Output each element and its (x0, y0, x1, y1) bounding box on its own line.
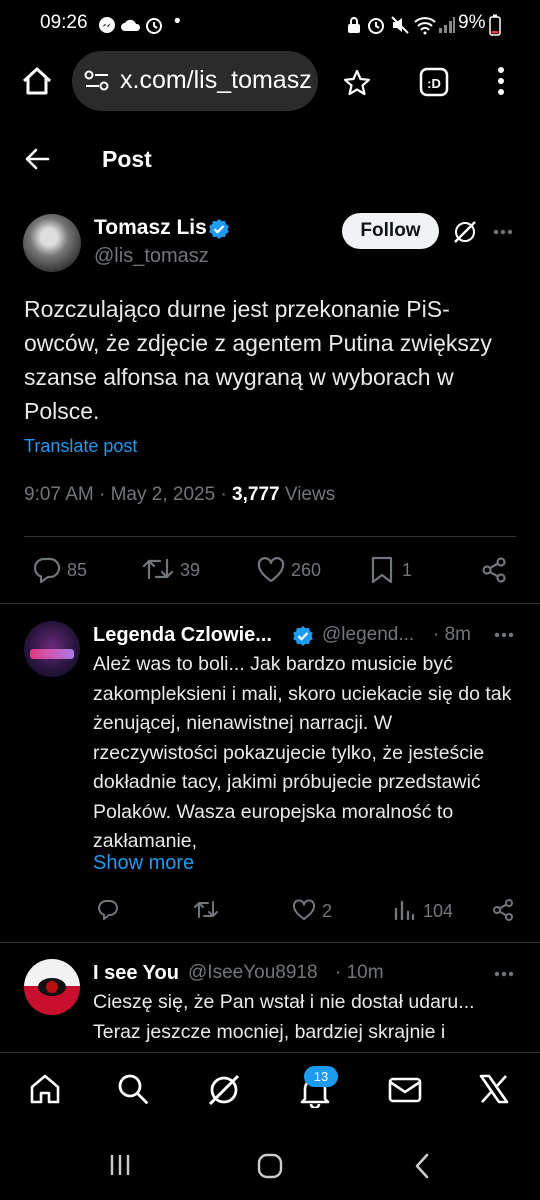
views-count: 3,777 (232, 484, 280, 505)
cloud-icon (121, 19, 141, 31)
reply-time: · 10m (335, 962, 384, 983)
reply-text: Cieszę się, że Pan wstał i nie dostał ud… (93, 991, 475, 1043)
nav-messages-icon[interactable] (387, 1076, 423, 1104)
home-icon[interactable] (20, 64, 54, 98)
more-options-icon[interactable] (493, 229, 513, 235)
show-more-link[interactable]: Show more (93, 852, 194, 875)
reply-time: · 8m (433, 624, 471, 645)
tab-switcher-icon[interactable]: :D (418, 66, 450, 98)
back-arrow-icon[interactable] (24, 147, 50, 171)
verified-badge-icon (209, 219, 229, 239)
author-handle[interactable]: @lis_tomasz (94, 245, 209, 268)
views-icon[interactable] (393, 899, 415, 921)
reply-text: Ależ was to boli... Jak bardzo musicie b… (93, 653, 512, 852)
like-icon[interactable] (292, 899, 316, 921)
messenger-icon (99, 17, 115, 33)
nav-search-icon[interactable] (116, 1072, 150, 1106)
more-options-icon[interactable] (494, 632, 514, 638)
follow-button[interactable]: Follow (342, 213, 439, 249)
alarm-icon-right (368, 18, 384, 34)
url-text[interactable]: x.com/lis_tomasz/ (120, 66, 312, 95)
status-bar: 09:26 • 9% (0, 0, 540, 50)
notifications-badge: 13 (304, 1066, 338, 1087)
reply-avatar[interactable] (24, 959, 80, 1015)
views-count: 104 (423, 901, 454, 921)
browser-menu-icon[interactable] (496, 66, 506, 96)
system-home-icon[interactable] (257, 1153, 283, 1179)
reply-icon[interactable] (32, 556, 62, 584)
svg-text::D: :D (427, 76, 441, 91)
like-count: 2 (322, 901, 333, 921)
post-text: Rozczulająco durne jest przekonanie PiS-… (24, 296, 492, 424)
divider (24, 536, 516, 537)
share-icon[interactable] (480, 556, 508, 584)
author-avatar[interactable] (23, 214, 81, 272)
reply-author-name[interactable]: Legenda Czlowie... (93, 624, 272, 647)
status-dot: • (174, 11, 181, 32)
reply-author-name[interactable]: I see You (93, 962, 179, 985)
author-name[interactable]: Tomasz Lis (94, 216, 207, 240)
repost-icon[interactable] (142, 556, 174, 582)
wifi-icon (414, 17, 436, 35)
recent-apps-icon[interactable] (108, 1153, 132, 1177)
lock-icon (348, 17, 360, 33)
like-icon[interactable] (256, 556, 286, 584)
nav-grok-icon[interactable] (206, 1072, 242, 1108)
battery-icon (489, 14, 501, 36)
reply-count: 85 (67, 560, 88, 580)
reply-author-handle[interactable]: @IseeYou8918 (188, 962, 318, 984)
status-time: 09:26 (40, 12, 88, 33)
repost-count: 39 (180, 560, 201, 580)
mute-icon (391, 16, 409, 34)
repost-icon[interactable] (193, 899, 219, 921)
nav-home-icon[interactable] (28, 1072, 62, 1106)
post-meta: 9:07 AM · May 2, 2025 · 3,777 Views (24, 484, 335, 506)
grok-icon[interactable] (452, 219, 478, 245)
more-options-icon[interactable] (494, 971, 514, 977)
nav-x-logo-icon[interactable] (478, 1073, 510, 1105)
battery-percent: 9% (458, 12, 486, 33)
bookmark-star-icon[interactable] (342, 68, 372, 98)
bookmark-icon[interactable] (370, 555, 394, 585)
system-back-icon[interactable] (414, 1153, 430, 1179)
alarm-icon (146, 18, 162, 34)
share-icon[interactable] (491, 898, 515, 922)
bookmark-count: 1 (402, 560, 413, 580)
translate-post-link[interactable]: Translate post (24, 436, 137, 457)
signal-icon (439, 17, 455, 33)
reply-author-handle[interactable]: @legend... (322, 624, 414, 646)
page-title: Post (102, 146, 152, 172)
post-timestamp: 9:07 AM · May 2, 2025 · (24, 484, 233, 505)
reply-icon[interactable] (96, 898, 120, 922)
reply-avatar[interactable] (24, 621, 80, 677)
verified-badge-icon (293, 626, 313, 646)
views-label: Views (279, 484, 336, 505)
divider (0, 942, 540, 943)
bottom-nav (0, 1052, 540, 1136)
divider (0, 603, 540, 604)
like-count: 260 (291, 560, 322, 580)
site-settings-icon[interactable] (84, 70, 110, 92)
